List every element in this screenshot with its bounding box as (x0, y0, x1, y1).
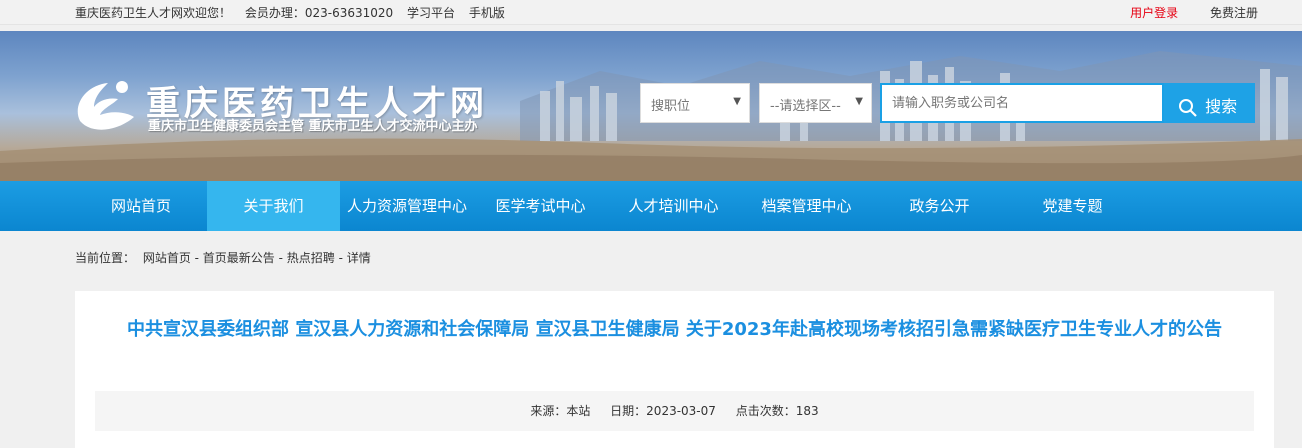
mobile-version-link[interactable]: 手机版 (469, 6, 505, 20)
job-type-value: 搜职位 (651, 99, 691, 114)
search-button[interactable]: 搜索 (1164, 83, 1255, 123)
chevron-down-icon: ▼ (855, 96, 863, 107)
study-platform-link[interactable]: 学习平台 (407, 6, 455, 20)
user-login-link[interactable]: 用户登录 (1130, 6, 1178, 20)
nav-item-archive-center[interactable]: 档案管理中心 (740, 181, 873, 231)
article-card: 中共宣汉县委组织部 宣汉县人力资源和社会保障局 宣汉县卫生健康局 关于2023年… (75, 291, 1274, 448)
nav-item-about[interactable]: 关于我们 (207, 181, 340, 231)
site-logo-icon[interactable] (72, 75, 142, 137)
nav-item-hr-center[interactable]: 人力资源管理中心 (340, 181, 474, 231)
article-source: 来源：本站 (530, 404, 591, 418)
welcome-text: 重庆医药卫生人才网欢迎您！ (75, 6, 232, 20)
nav-item-gov-affairs[interactable]: 政务公开 (873, 181, 1006, 231)
region-value: --请选择区-- (770, 99, 841, 114)
article-date: 日期：2023-03-07 (610, 404, 716, 418)
nav-item-exam-center[interactable]: 医学考试中心 (474, 181, 607, 231)
breadcrumb-prefix: 当前位置： (75, 251, 136, 265)
article-title: 中共宣汉县委组织部 宣汉县人力资源和社会保障局 宣汉县卫生健康局 关于2023年… (127, 319, 1222, 340)
search-button-label: 搜索 (1205, 97, 1238, 116)
breadcrumb-path[interactable]: 网站首页 - 首页最新公告 - 热点招聘 - 详情 (143, 251, 371, 265)
nav-item-training-center[interactable]: 人才培训中心 (607, 181, 740, 231)
register-link[interactable]: 免费注册 (1210, 6, 1258, 20)
top-bar-right: 用户登录 免费注册 (1130, 4, 1258, 21)
top-bar-left: 重庆医药卫生人才网欢迎您！ 会员办理：023-63631020 学习平台 手机版 (75, 4, 515, 21)
job-type-select[interactable]: 搜职位 ▼ (640, 83, 750, 123)
top-bar: 重庆医药卫生人才网欢迎您！ 会员办理：023-63631020 学习平台 手机版… (0, 0, 1302, 25)
chevron-down-icon: ▼ (733, 96, 741, 107)
member-hotline: 会员办理：023-63631020 (244, 6, 394, 20)
breadcrumb: 当前位置： 网站首页 - 首页最新公告 - 热点招聘 - 详情 (75, 249, 375, 266)
site-subtitle: 重庆市卫生健康委员会主管 重庆市卫生人才交流中心主办 (148, 119, 478, 134)
main-nav: 网站首页 关于我们 人力资源管理中心 医学考试中心 人才培训中心 档案管理中心 … (0, 181, 1302, 231)
article-views: 点击次数：183 (735, 404, 819, 418)
article-meta: 来源：本站 日期：2023-03-07 点击次数：183 (95, 391, 1254, 431)
search-icon (1179, 98, 1197, 117)
nav-item-party-building[interactable]: 党建专题 (1006, 181, 1139, 231)
header-banner: 重庆医药卫生人才网 重庆市卫生健康委员会主管 重庆市卫生人才交流中心主办 搜职位… (0, 31, 1302, 181)
search-input[interactable] (880, 83, 1164, 123)
nav-item-home[interactable]: 网站首页 (75, 181, 207, 231)
region-select[interactable]: --请选择区-- ▼ (759, 83, 872, 123)
